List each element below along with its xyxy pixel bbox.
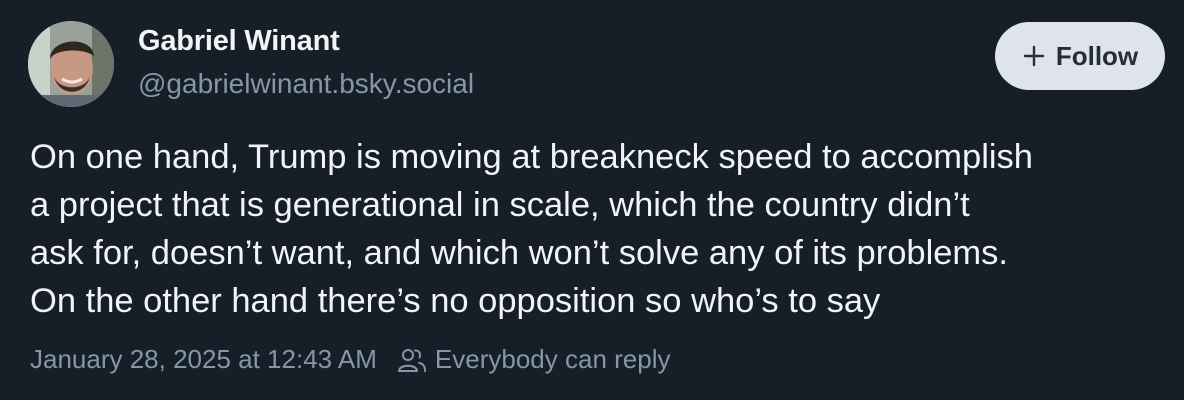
post-card: Gabriel Winant @gabrielwinant.bsky.socia… bbox=[0, 0, 1184, 400]
post-text-line: On the other hand there’s no opposition … bbox=[30, 282, 881, 320]
author-handle[interactable]: @gabrielwinant.bsky.social bbox=[138, 68, 474, 100]
people-icon bbox=[397, 348, 426, 372]
post-text: On one hand, Trump is moving at breaknec… bbox=[30, 133, 1170, 325]
post-text-line: a project that is generational in scale,… bbox=[30, 186, 970, 224]
follow-button[interactable]: Follow bbox=[995, 22, 1165, 90]
author-avatar[interactable] bbox=[28, 21, 114, 107]
post-text-line: ask for, doesn’t want, and which won’t s… bbox=[30, 234, 1008, 272]
reply-setting-text: Everybody can reply bbox=[434, 344, 671, 374]
plus-icon bbox=[1023, 45, 1045, 67]
follow-button-label: Follow bbox=[1055, 40, 1139, 71]
profile-photo-icon bbox=[28, 21, 114, 107]
post-timestamp[interactable]: January 28, 2025 at 12:43 AM bbox=[30, 344, 377, 375]
author-display-name[interactable]: Gabriel Winant bbox=[138, 25, 340, 58]
post-meta: January 28, 2025 at 12:43 AM Everybody c… bbox=[30, 344, 670, 375]
post-text-line: On one hand, Trump is moving at breaknec… bbox=[30, 138, 1033, 176]
